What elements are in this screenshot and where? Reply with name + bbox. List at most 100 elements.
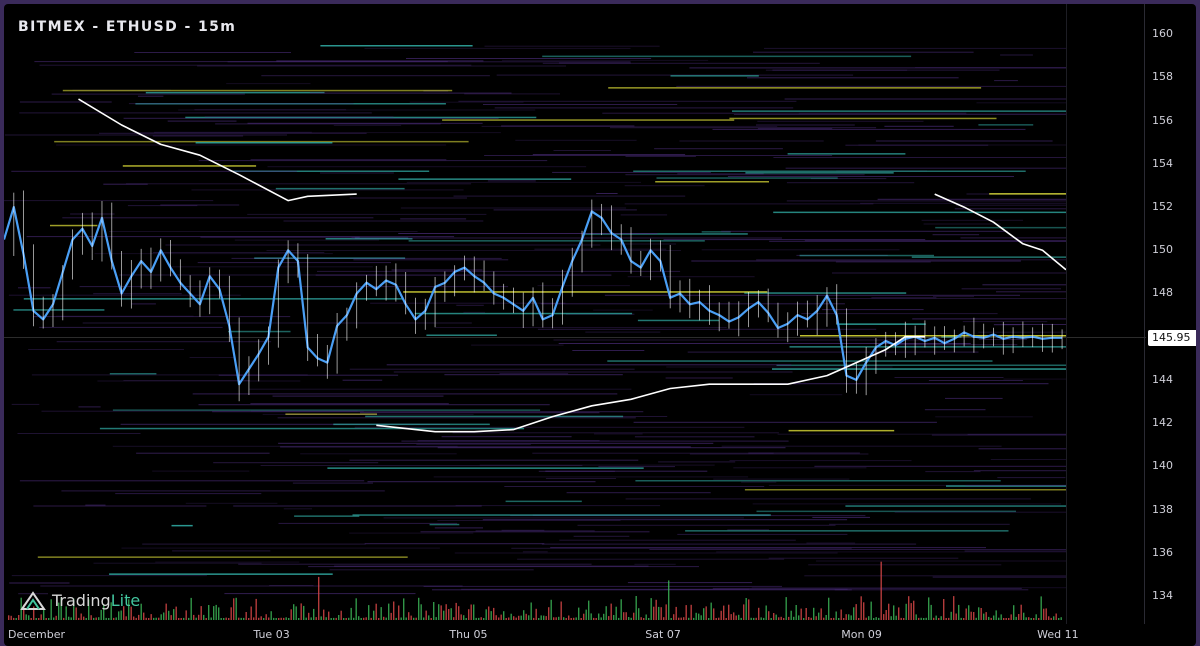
heatmap-streak (94, 253, 333, 255)
y-tick-label: 144 (1152, 372, 1173, 386)
volume-bar (883, 614, 885, 620)
volume-bar (150, 614, 152, 620)
heatmap-streak (433, 476, 749, 478)
volume-bar (658, 606, 660, 620)
heatmap-streak (349, 197, 467, 199)
volume-bar (853, 607, 855, 620)
heatmap-streak (832, 272, 1066, 274)
volume-bar (248, 618, 250, 620)
heatmap-streak (677, 533, 848, 535)
volume-bar (845, 614, 847, 620)
heatmap-streak (757, 128, 833, 130)
volume-bar (810, 617, 812, 620)
heatmap-streak (804, 240, 1066, 242)
volume-bar (263, 618, 265, 620)
volume-bar (105, 617, 107, 620)
volume-bar (715, 618, 717, 620)
volume-bar (475, 617, 477, 620)
heatmap-streak (487, 180, 536, 182)
volume-bar (115, 617, 117, 620)
volume-bar (735, 615, 737, 620)
volume-bar (703, 608, 705, 620)
heatmap-streak (875, 140, 1053, 142)
heatmap-streak (364, 47, 631, 49)
heatmap-streak (789, 346, 1066, 348)
volume-bar (943, 599, 945, 620)
price-axis-separator (1144, 4, 1145, 624)
tradinglite-logo: TradingLite (20, 589, 140, 611)
volume-bar (223, 618, 225, 620)
heatmap-streak (654, 148, 783, 150)
volume-bar (530, 602, 532, 620)
heatmap-streak (224, 593, 416, 595)
heatmap-streak (398, 233, 658, 234)
volume-bar (863, 602, 865, 620)
heatmap-streak (349, 532, 474, 534)
volume-bar (455, 602, 457, 620)
y-tick-label: 160 (1152, 27, 1173, 41)
heatmap-streak (733, 467, 867, 469)
heatmap-streak (333, 423, 490, 426)
volume-bar (430, 618, 432, 620)
volume-bar (675, 606, 677, 620)
heatmap-streak (933, 296, 974, 298)
chart-canvas[interactable] (4, 4, 1196, 646)
volume-bar (255, 598, 257, 620)
volume-bar (233, 598, 235, 620)
volume-bar (463, 615, 465, 620)
heatmap-streak (131, 303, 156, 305)
heatmap-streak (607, 360, 993, 362)
heatmap-streak (437, 520, 621, 521)
heatmap-streak (961, 288, 1061, 290)
volume-bar (175, 606, 177, 620)
y-tick-label: 156 (1152, 113, 1173, 127)
volume-bar (1030, 618, 1032, 620)
volume-bar (665, 604, 667, 620)
volume-bar (878, 617, 880, 620)
heatmap-streak (532, 154, 686, 156)
heatmap-streak (921, 219, 1023, 221)
heatmap-streak (260, 465, 583, 466)
heatmap-streak (19, 101, 112, 103)
heatmap-streak (814, 465, 1066, 467)
y-tick-label: 136 (1152, 545, 1173, 559)
heatmap-streak (456, 304, 484, 306)
heatmap-streak (471, 344, 564, 346)
heatmap-streak (349, 368, 635, 370)
heatmap-streak (764, 47, 1066, 49)
volume-bar (773, 613, 775, 620)
volume-bar (350, 607, 352, 620)
heatmap-streak (178, 109, 536, 111)
heatmap-streak (772, 368, 1066, 370)
heatmap-streak (276, 60, 484, 62)
heatmap-streak (924, 409, 986, 411)
heatmap-streak (604, 294, 1020, 296)
heatmap-streak (18, 287, 51, 289)
volume-bar (68, 616, 70, 620)
heatmap-streak (160, 204, 240, 206)
heatmap-streak (829, 298, 1066, 299)
heatmap-streak (62, 217, 374, 219)
volume-bar (915, 614, 917, 620)
volume-bar (908, 596, 910, 620)
heatmap-streak (701, 249, 900, 251)
volume-bar (940, 616, 942, 620)
heatmap-streak (185, 502, 278, 504)
heatmap-streak (932, 576, 1066, 578)
heatmap-streak (277, 417, 636, 419)
heatmap-streak (429, 523, 460, 526)
volume-bar (598, 613, 600, 620)
heatmap-streak (434, 527, 483, 529)
heatmap-streak (786, 200, 1066, 202)
volume-bar (275, 618, 277, 620)
heatmap-streak (484, 155, 833, 156)
volume-bar (353, 617, 355, 620)
volume-bar (230, 607, 232, 620)
volume-bar (363, 617, 365, 620)
heatmap-streak (354, 426, 745, 428)
volume-bar (720, 610, 722, 620)
volume-bar (418, 597, 420, 620)
volume-bar (270, 611, 272, 620)
volume-bar (678, 617, 680, 620)
volume-histogram (8, 561, 1062, 620)
